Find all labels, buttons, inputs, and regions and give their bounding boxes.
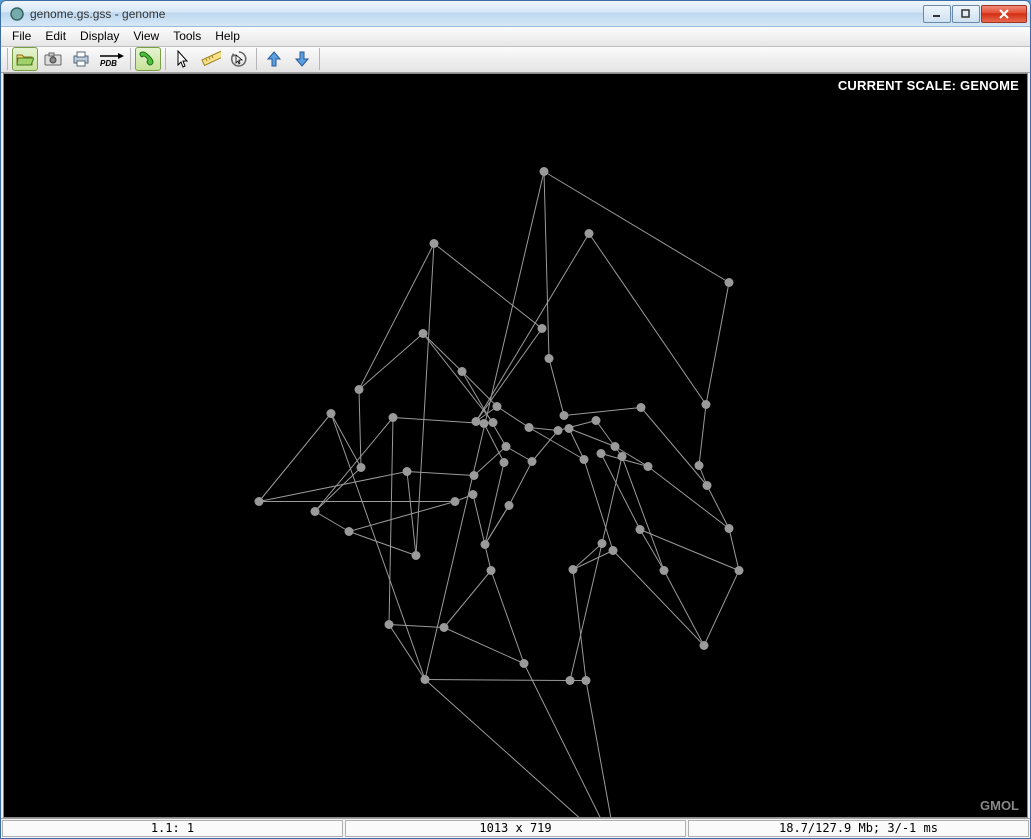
phone-icon	[139, 50, 157, 68]
menu-view[interactable]: View	[126, 28, 166, 44]
menu-tools[interactable]: Tools	[166, 28, 208, 44]
toolbar: PDB	[1, 47, 1030, 73]
menu-help[interactable]: Help	[208, 28, 247, 44]
scale-label: CURRENT SCALE: GENOME	[838, 78, 1019, 93]
close-icon	[998, 9, 1010, 19]
toolbar-separator	[319, 48, 320, 70]
printer-icon	[72, 51, 90, 67]
menu-edit[interactable]: Edit	[38, 28, 73, 44]
app-watermark: GMOL	[980, 798, 1019, 813]
pointer-button[interactable]	[170, 47, 196, 71]
menubar: File Edit Display View Tools Help	[1, 27, 1030, 47]
print-button[interactable]	[68, 47, 94, 71]
snapshot-button[interactable]	[40, 47, 66, 71]
minimize-button[interactable]	[923, 5, 951, 23]
menu-file[interactable]: File	[5, 28, 38, 44]
titlebar[interactable]: genome.gs.gss - genome	[1, 1, 1030, 27]
canvas-container: CURRENT SCALE: GENOME GMOL	[1, 73, 1030, 818]
statusbar: 1.1: 1 1013 x 719 18.7/127.9 Mb; 3/-1 ms	[1, 818, 1030, 838]
rotate-pointer-icon	[230, 50, 248, 68]
maximize-button[interactable]	[952, 5, 980, 23]
menu-display[interactable]: Display	[73, 28, 126, 44]
viewport[interactable]: CURRENT SCALE: GENOME GMOL	[3, 73, 1028, 818]
toolbar-separator	[130, 48, 131, 70]
app-window: genome.gs.gss - genome File Edit Display…	[0, 0, 1031, 839]
measure-button[interactable]	[198, 47, 224, 71]
open-button[interactable]	[12, 47, 38, 71]
toolbar-separator	[256, 48, 257, 70]
close-button[interactable]	[981, 5, 1027, 23]
graph-render	[4, 74, 1027, 817]
minimize-icon	[932, 9, 942, 19]
window-title: genome.gs.gss - genome	[30, 7, 922, 21]
arrow-up-icon	[267, 51, 281, 67]
svg-text:PDB: PDB	[100, 59, 117, 67]
toolbar-separator	[165, 48, 166, 70]
open-folder-icon	[16, 51, 34, 67]
app-icon	[9, 6, 25, 22]
arrow-down-icon	[295, 51, 309, 67]
status-left: 1.1: 1	[2, 820, 343, 837]
camera-icon	[44, 52, 62, 66]
call-button[interactable]	[135, 47, 161, 71]
toolbar-separator	[7, 48, 8, 70]
export-pdb-button[interactable]: PDB	[96, 47, 126, 71]
down-button[interactable]	[289, 47, 315, 71]
rotate-button[interactable]	[226, 47, 252, 71]
ruler-icon	[201, 51, 221, 67]
up-button[interactable]	[261, 47, 287, 71]
pointer-icon	[176, 50, 190, 68]
pdb-arrow-icon: PDB	[98, 51, 124, 67]
status-right: 18.7/127.9 Mb; 3/-1 ms	[688, 820, 1029, 837]
maximize-icon	[961, 9, 971, 19]
status-center: 1013 x 719	[345, 820, 686, 837]
